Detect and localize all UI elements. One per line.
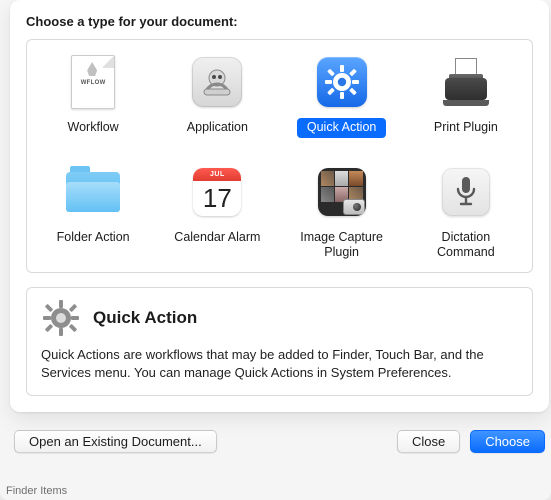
type-label: Workflow [58,118,129,138]
type-label: Print Plugin [424,118,508,138]
type-label: Dictation Command [411,228,521,262]
type-image-capture-plugin[interactable]: Image Capture Plugin [280,160,404,266]
type-workflow[interactable]: WFLOW Workflow [31,50,155,142]
type-dictation-command[interactable]: Dictation Command [404,160,528,266]
background-window-hint: Finder Items [6,485,67,497]
detail-title: Quick Action [93,308,197,328]
open-existing-button[interactable]: Open an Existing Document... [14,430,217,453]
quick-action-icon [312,52,372,112]
type-grid: WFLOW Workflow [31,50,528,266]
type-grid-container: WFLOW Workflow [26,39,533,273]
type-folder-action[interactable]: Folder Action [31,160,155,266]
application-icon [187,52,247,112]
type-calendar-alarm[interactable]: JUL 17 Calendar Alarm [155,160,279,266]
folder-action-icon [63,162,123,222]
image-capture-icon [312,162,372,222]
type-application[interactable]: Application [155,50,279,142]
type-label: Folder Action [47,228,140,248]
type-print-plugin[interactable]: Print Plugin [404,50,528,142]
detail-box: Quick Action Quick Actions are workflows… [26,287,533,396]
type-label: Quick Action [297,118,386,138]
calendar-alarm-icon: JUL 17 [187,162,247,222]
type-label: Calendar Alarm [164,228,270,248]
template-chooser-panel: Choose a type for your document: WFLOW W… [10,0,549,412]
dictation-icon [436,162,496,222]
type-quick-action[interactable]: Quick Action [280,50,404,142]
gear-icon [41,298,81,338]
panel-heading: Choose a type for your document: [26,14,533,29]
choose-button[interactable]: Choose [470,430,545,453]
type-label: Application [177,118,258,138]
type-label: Image Capture Plugin [287,228,397,262]
close-button[interactable]: Close [397,430,460,453]
print-plugin-icon [436,52,496,112]
workflow-icon: WFLOW [63,52,123,112]
detail-description: Quick Actions are workflows that may be … [41,346,518,381]
footer: Open an Existing Document... Close Choos… [10,430,549,457]
